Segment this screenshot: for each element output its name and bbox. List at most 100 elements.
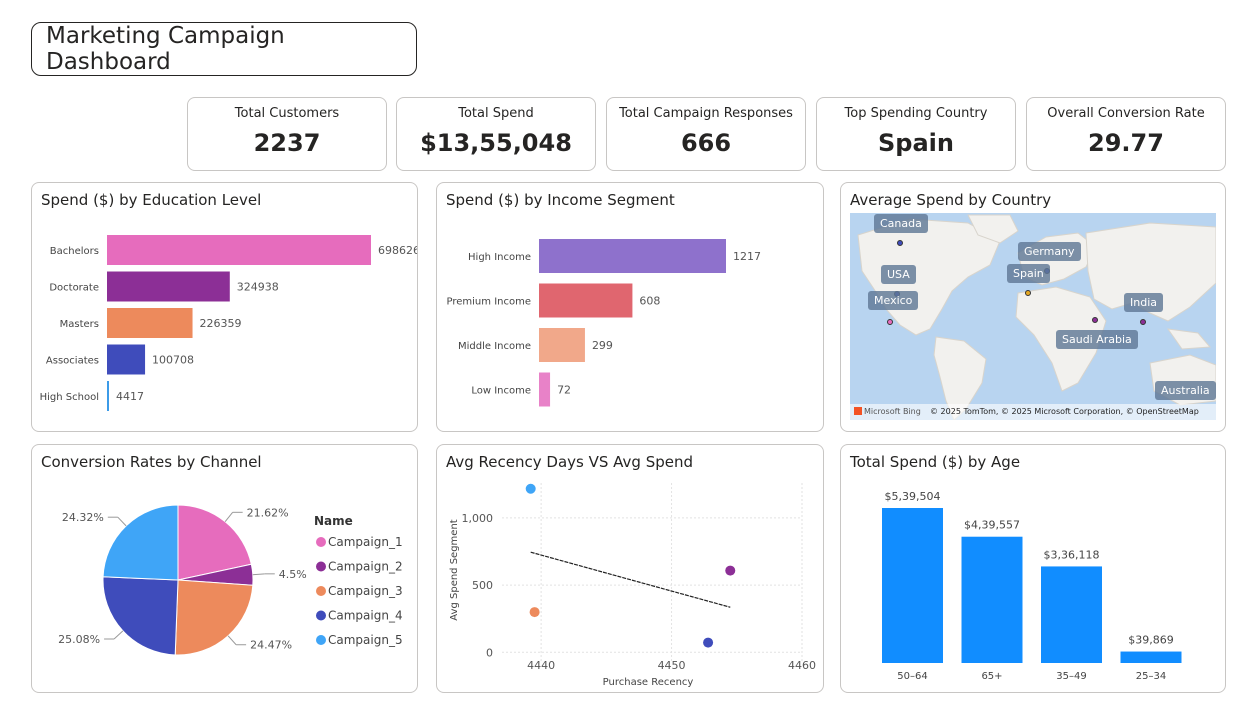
map-copyright[interactable]: © 2025 TomTom, © 2025 Microsoft Corporat… xyxy=(930,407,1199,416)
bar-category-label: Premium Income xyxy=(447,297,531,308)
legend-marker[interactable] xyxy=(316,610,326,621)
scatter-point[interactable] xyxy=(703,637,714,648)
legend-marker[interactable] xyxy=(316,537,326,547)
legend-title: Name xyxy=(314,514,353,528)
pie-slice[interactable] xyxy=(174,579,254,656)
bar-data-label: 608 xyxy=(639,295,660,308)
map-dot-saudi-arabia[interactable] xyxy=(1092,317,1098,323)
bar[interactable] xyxy=(107,308,193,338)
income-bar-chart: High Income 1217 Premium Income 608 Middle I… xyxy=(447,239,761,407)
pie-data-label: 4.5% xyxy=(279,568,307,581)
column-bar[interactable] xyxy=(961,536,1023,663)
bar-category-label: High School xyxy=(40,392,99,403)
legend-marker[interactable] xyxy=(316,561,326,572)
bar-data-label: 100708 xyxy=(152,354,194,367)
age-column-chart: $5,39,504 50–64 $4,39,557 65+ $3,36,118 35–49… xyxy=(882,490,1182,682)
legend-item: Campaign_4 xyxy=(328,609,403,623)
map-attribution: Microsoft Bing © 2025 TomTom, © 2025 Mic… xyxy=(850,404,1216,420)
pie-leader-line xyxy=(227,635,237,646)
bar[interactable] xyxy=(539,372,551,407)
pie-data-label: 21.62% xyxy=(247,506,289,519)
education-chart-panel[interactable]: Spend ($) by Education Level Bachelors 69… xyxy=(31,182,418,432)
column-bar[interactable] xyxy=(1041,566,1102,663)
legend-item: Campaign_5 xyxy=(328,633,403,647)
age-chart-panel[interactable]: Total Spend ($) by Age $5,39,504 50–64 $4,… xyxy=(840,444,1226,693)
bar[interactable] xyxy=(107,344,146,375)
column-data-label: $4,39,557 xyxy=(964,519,1020,532)
map-label-mexico: Mexico xyxy=(868,291,919,310)
bar-category-label: Bachelors xyxy=(50,246,99,257)
kpi-value: 666 xyxy=(680,129,732,157)
pie-leader-line xyxy=(113,630,124,640)
map-label-saudi-arabia: Saudi Arabia xyxy=(1056,330,1138,349)
bar-category-label: Masters xyxy=(60,319,99,330)
bar[interactable] xyxy=(539,328,585,362)
pie-slice[interactable] xyxy=(102,576,179,656)
x-tick-label: 4450 xyxy=(658,659,686,672)
map-label-usa: USA xyxy=(881,265,916,284)
scatter-point[interactable] xyxy=(525,483,536,494)
kpi-value: 2237 xyxy=(253,129,321,157)
legend-marker[interactable] xyxy=(316,635,326,645)
x-category-label: 35–49 xyxy=(1056,671,1086,682)
kpi-label: Total Spend xyxy=(458,106,534,121)
pie-leader-line xyxy=(117,516,127,527)
kpi-label: Total Customers xyxy=(234,106,340,121)
bar-data-label: 1217 xyxy=(733,250,761,263)
y-tick-label: 500 xyxy=(472,579,493,592)
bing-logo: Microsoft Bing xyxy=(854,407,921,416)
map-label-germany: Germany xyxy=(1018,242,1081,261)
scatter-point[interactable] xyxy=(725,565,736,576)
recency-scatter-chart: 4440 4450 4460 0 500 1,000 Purchase Recency Avg… xyxy=(449,483,816,688)
map-label-india: India xyxy=(1124,293,1163,312)
kpi-card-top-spending-country[interactable]: Top Spending Country Spain xyxy=(816,97,1016,171)
kpi-value: Spain xyxy=(878,129,954,157)
recency-chart-panel[interactable]: Avg Recency Days VS Avg Spend 4440 4450 44… xyxy=(436,444,824,693)
map-dot-india[interactable] xyxy=(1140,319,1146,325)
legend-item: Campaign_1 xyxy=(328,535,403,549)
legend-marker[interactable] xyxy=(316,586,326,596)
y-axis-label: Avg Spend Segment xyxy=(449,519,460,620)
map-dot-canada[interactable] xyxy=(897,240,903,246)
kpi-card-total-customers[interactable]: Total Customers 2237 xyxy=(187,97,387,171)
map-label-australia: Australia xyxy=(1155,381,1216,400)
channel-pie-chart: 21.62% 4.5% 24.47% 25.08% 24.32% Name Campaign… xyxy=(58,504,403,656)
kpi-card-total-campaign-responses[interactable]: Total Campaign Responses 666 xyxy=(606,97,806,171)
map-label-canada: Canada xyxy=(874,214,928,233)
map-panel[interactable]: Average Spend by Country Canada Germany … xyxy=(840,182,1226,432)
map-dot-spain[interactable] xyxy=(1025,290,1031,296)
bar-category-label: Doctorate xyxy=(49,283,99,294)
column-bar[interactable] xyxy=(882,508,943,663)
bar[interactable] xyxy=(539,239,726,273)
pie-data-label: 24.32% xyxy=(62,511,104,524)
bar[interactable] xyxy=(107,271,230,302)
kpi-value: 29.77 xyxy=(1088,129,1164,157)
column-data-label: $3,36,118 xyxy=(1044,548,1100,561)
world-map[interactable]: Canada Germany USA Spain Mexico India Sa… xyxy=(850,213,1216,420)
column-bar[interactable] xyxy=(1120,651,1182,663)
kpi-value: $13,55,048 xyxy=(420,129,572,157)
y-tick-label: 1,000 xyxy=(462,512,494,525)
kpi-label: Top Spending Country xyxy=(844,106,988,121)
bar-category-label: High Income xyxy=(468,252,531,263)
bar-category-label: Low Income xyxy=(471,386,531,397)
income-chart-panel[interactable]: Spend ($) by Income Segment High Income 1… xyxy=(436,182,824,432)
column-data-label: $5,39,504 xyxy=(885,490,941,503)
y-tick-label: 0 xyxy=(486,646,493,659)
bar-data-label: 72 xyxy=(557,384,571,397)
scatter-point[interactable] xyxy=(529,607,540,618)
kpi-card-total-spend[interactable]: Total Spend $13,55,048 xyxy=(396,97,596,171)
map-label-spain: Spain xyxy=(1007,264,1050,283)
map-dot-mexico[interactable] xyxy=(887,319,893,325)
bar-data-label: 324938 xyxy=(237,281,279,294)
bar-category-label: Associates xyxy=(46,356,99,367)
channel-chart-panel[interactable]: Conversion Rates by Channel 21.62% 4.5% 24… xyxy=(31,444,418,693)
bar[interactable] xyxy=(107,235,371,265)
legend-item: Campaign_2 xyxy=(328,560,403,574)
kpi-label: Overall Conversion Rate xyxy=(1047,106,1205,121)
x-category-label: 50–64 xyxy=(897,671,927,682)
bar[interactable] xyxy=(539,283,633,318)
kpi-card-overall-conversion-rate[interactable]: Overall Conversion Rate 29.77 xyxy=(1026,97,1226,171)
pie-slice[interactable] xyxy=(102,504,179,581)
bar[interactable] xyxy=(107,381,109,411)
